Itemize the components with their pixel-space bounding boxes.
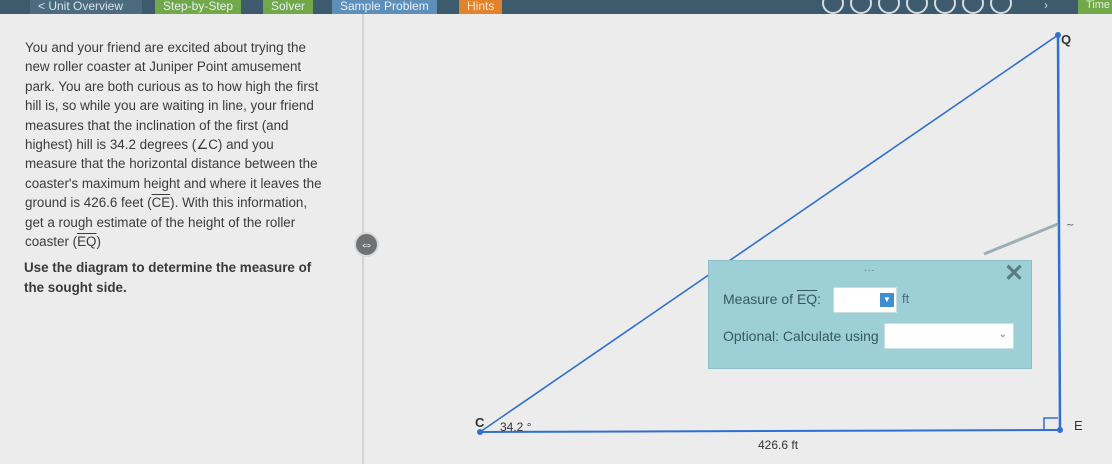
problem-line: hill is, so while you are waiting in lin…	[25, 98, 314, 114]
tick-mark: ~	[1066, 220, 1074, 231]
problem-line: park. You are both curious as to how hig…	[25, 78, 319, 94]
progress-circle	[878, 0, 900, 14]
pointer-line	[983, 222, 1059, 256]
optional-label: Optional: Calculate using	[723, 328, 879, 344]
tab-solver[interactable]: Solver	[263, 0, 314, 14]
angle-label: 34.2 °	[500, 420, 532, 434]
problem-line: measures that the inclination of the fir…	[25, 117, 289, 133]
instruction-text: Use the diagram to determine the measure…	[24, 260, 312, 295]
tab-step-by-step[interactable]: Step-by-Step	[155, 0, 242, 14]
segment-ce: CE	[151, 195, 171, 211]
right-angle-marker	[1043, 417, 1058, 430]
chevron-down-icon: ⌄	[998, 329, 1007, 340]
unit-label: ft	[902, 291, 910, 306]
time-button[interactable]: Time	[1078, 0, 1112, 14]
angle-c-symbol: ∠C	[196, 137, 218, 153]
label-c: C	[475, 415, 485, 430]
progress-circle	[962, 0, 984, 14]
close-icon[interactable]: ✕	[1004, 259, 1024, 288]
progress-circle	[822, 0, 844, 14]
drag-handle[interactable]: ...	[864, 263, 875, 274]
segment-eq: EQ	[77, 234, 97, 250]
problem-line: coaster (EQ)	[25, 234, 101, 250]
problem-panel: You and your friend are excited about tr…	[0, 14, 362, 464]
triangle-diagram: ~ C 34.2 ° Q E 426.6 ft	[475, 32, 1083, 452]
problem-line: ground is 426.6 feet (CE). With this inf…	[25, 195, 308, 211]
problem-line: new roller coaster at Juniper Point amus…	[25, 59, 302, 75]
problem-line: highest) hill is 34.2 degrees (∠C) and y…	[25, 137, 274, 153]
unit-overview-link[interactable]: < Unit Overview	[30, 0, 142, 14]
problem-line: get a rough estimate of the height of th…	[25, 214, 296, 230]
segment-eq-line	[1056, 34, 1062, 431]
progress-circles	[822, 0, 1012, 14]
label-e: E	[1074, 418, 1083, 433]
problem-text: You and your friend are excited about tr…	[25, 38, 350, 251]
segment-ce-line	[479, 429, 1061, 433]
progress-circle	[906, 0, 928, 14]
problem-line: coaster's maximum height and where it le…	[25, 175, 322, 191]
problem-line: measure that the horizontal distance bet…	[25, 156, 318, 172]
progress-circle	[850, 0, 872, 14]
tab-sample-problem[interactable]: Sample Problem	[332, 0, 437, 14]
measure-label: Measure of EQ:	[723, 291, 822, 307]
vertex-e[interactable]	[1057, 427, 1063, 433]
measure-input[interactable]: ▼	[833, 287, 897, 313]
progress-circle	[990, 0, 1012, 14]
progress-circle	[934, 0, 956, 14]
problem-line: You and your friend are excited about tr…	[25, 40, 306, 55]
segment-cq-line	[479, 34, 1059, 433]
dropdown-arrow-icon[interactable]: ▼	[880, 293, 894, 307]
tab-hints[interactable]: Hints	[459, 0, 503, 14]
calculate-using-select[interactable]: ⌄	[884, 323, 1014, 349]
measure-dialog: ... ✕ Measure of EQ: ▼ ft Optional: Calc…	[708, 260, 1032, 369]
chevron-right-icon[interactable]: ›	[1044, 0, 1048, 12]
base-length-label: 426.6 ft	[758, 438, 799, 452]
top-nav-bar: < Unit Overview Step-by-Step Solver Samp…	[0, 0, 1112, 14]
label-q: Q	[1061, 32, 1071, 47]
